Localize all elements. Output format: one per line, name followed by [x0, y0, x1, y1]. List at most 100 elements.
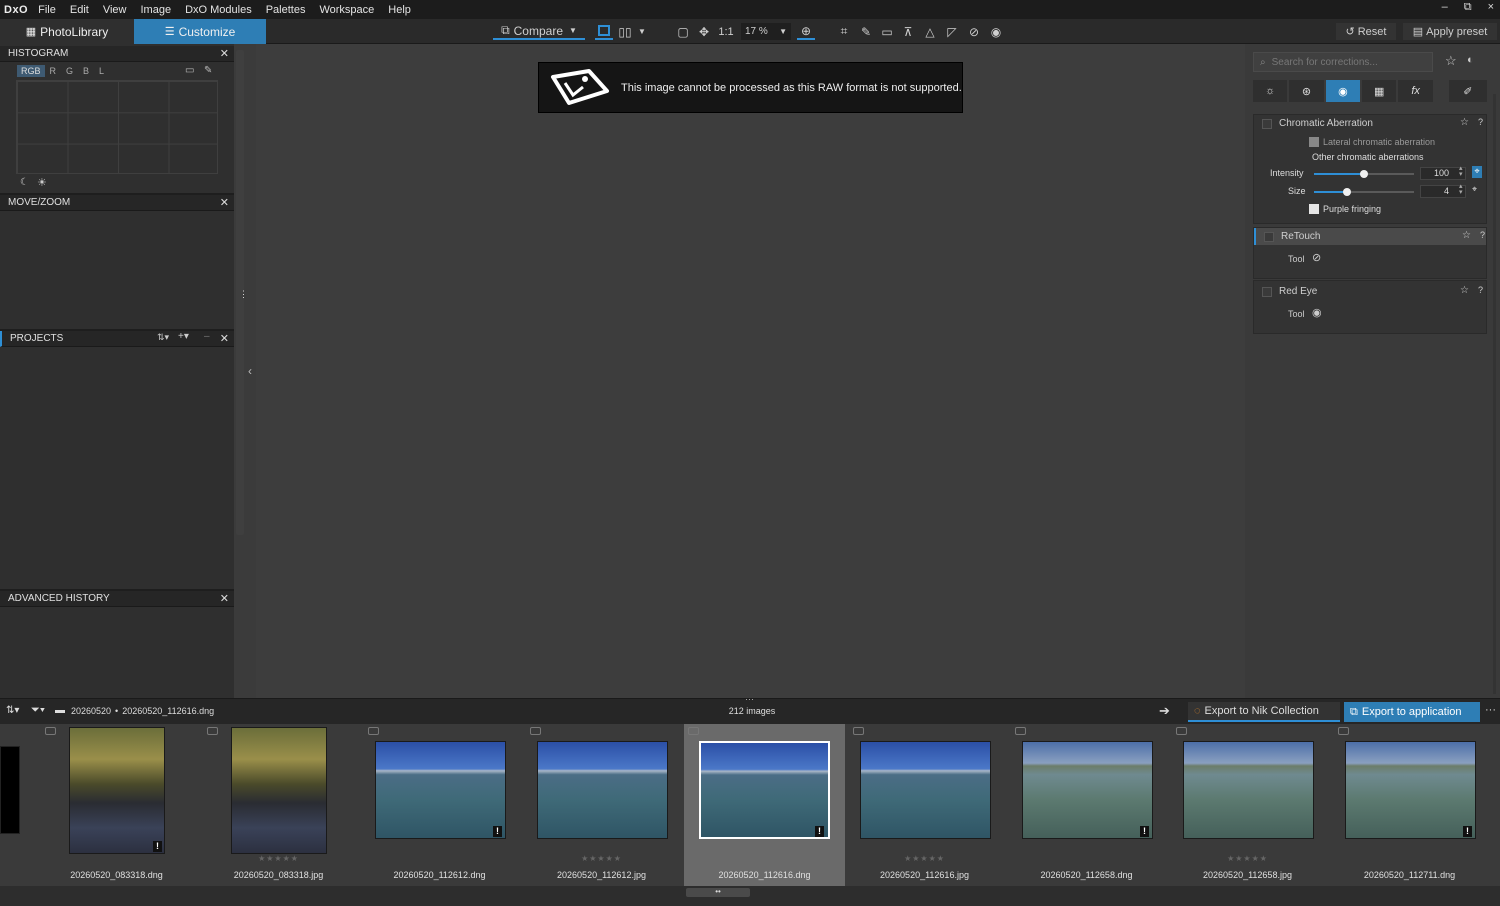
red-eye-tool[interactable]: ◉ [988, 23, 1004, 40]
zoom-1to1-button[interactable]: 1:1 [716, 23, 736, 40]
tab-customize[interactable]: ☰ Customize [134, 19, 266, 44]
lateral-ca-checkbox[interactable] [1309, 137, 1319, 147]
side-by-side-button[interactable]: ▯▯ [617, 23, 633, 40]
light-tab[interactable]: ☼ [1253, 80, 1288, 102]
star-icon[interactable]: ☆ [1462, 230, 1471, 241]
spinner-icon[interactable]: ▴ ▾ [1459, 183, 1463, 196]
menu-palettes[interactable]: Palettes [266, 4, 306, 16]
move-button[interactable]: ✥ [696, 23, 712, 40]
shadow-clipping-icon[interactable]: ☾ [20, 177, 29, 188]
remove-project-icon[interactable]: – [204, 331, 210, 342]
scrollbar-thumb[interactable]: •• [686, 888, 750, 897]
red-eye-header[interactable]: Red Eye ☆ ? [1254, 283, 1486, 300]
enable-checkbox[interactable] [1262, 286, 1272, 297]
size-slider[interactable] [1314, 188, 1414, 196]
fit-button[interactable]: ▢ [675, 23, 691, 40]
breadcrumb-folder[interactable]: 20260520 [71, 706, 111, 716]
eye-icon[interactable]: ◉ [1312, 306, 1322, 319]
white-balance-tool[interactable]: ✎ [858, 23, 874, 40]
highlight-clipping-icon[interactable]: ☀ [37, 176, 47, 189]
single-view-button[interactable] [595, 23, 613, 40]
menu-help[interactable]: Help [388, 4, 411, 16]
local-adjust-tool[interactable]: ◸ [944, 23, 960, 40]
close-icon[interactable]: ✕ [220, 592, 229, 605]
image-viewer[interactable] [256, 44, 1245, 698]
crop-tool[interactable]: ⌗ [836, 23, 852, 40]
bandage-icon[interactable]: ⊘ [1312, 251, 1321, 264]
resize-handle[interactable]: ··· [745, 694, 754, 704]
horizon-tool[interactable]: ▭ [879, 23, 895, 40]
size-slider-knob[interactable] [1343, 188, 1351, 196]
apply-preset-button[interactable]: ▤ Apply preset [1403, 23, 1497, 40]
zoom-in-button[interactable]: ⊕ [797, 23, 815, 40]
thumbnail[interactable]: ★★★★★ 20260520_083318.jpg [169, 724, 330, 886]
close-icon[interactable]: ✕ [220, 196, 229, 209]
chromatic-aberration-header[interactable]: Chromatic Aberration ☆ ? [1254, 115, 1486, 132]
geometry-tab[interactable]: ▦ [1362, 80, 1397, 102]
minimize-button[interactable]: – [1442, 1, 1448, 14]
channel-g[interactable]: G [61, 65, 78, 77]
compare-button[interactable]: ⧉ Compare ▼ [493, 23, 585, 40]
monitor-icon[interactable]: ▭ [185, 65, 194, 76]
panel-resize-handle[interactable]: ⋮ [239, 289, 248, 300]
close-button[interactable]: × [1488, 1, 1494, 14]
purple-fringing-option[interactable]: Purple fringing [1309, 204, 1381, 214]
sort-icon[interactable]: ⇅▾ [6, 705, 19, 716]
channel-b[interactable]: B [78, 65, 94, 77]
menu-dxo-modules[interactable]: DxO Modules [185, 4, 252, 16]
picker-icon[interactable]: ⌖ [1472, 166, 1482, 178]
intensity-slider[interactable] [1314, 170, 1414, 178]
lateral-ca-option[interactable]: Lateral chromatic aberration [1309, 137, 1435, 147]
menu-view[interactable]: View [103, 4, 127, 16]
intensity-slider-knob[interactable] [1360, 170, 1368, 178]
detail-tab[interactable]: ◉ [1325, 80, 1361, 102]
export-arrow-icon[interactable]: ➔ [1159, 703, 1170, 719]
corrections-search[interactable]: ⌕ Search for corrections... [1253, 52, 1433, 72]
right-panel-scrollbar[interactable] [1493, 94, 1496, 694]
effects-tab[interactable]: fx [1398, 80, 1433, 102]
close-icon[interactable]: ✕ [220, 332, 229, 345]
menu-file[interactable]: File [38, 4, 56, 16]
export-nik-button[interactable]: ◌ Export to Nik Collection [1188, 702, 1340, 722]
thumbnail[interactable]: ★★★★★ 20260520_112616.jpg [815, 724, 991, 886]
filmstrip-scrollbar[interactable]: •• [0, 886, 1500, 906]
eyedropper-icon[interactable]: ✎ [204, 65, 212, 76]
retouch-tool[interactable]: ⊘ [966, 23, 982, 40]
reset-button[interactable]: ↺ Reset [1336, 23, 1396, 40]
retouch-header[interactable]: ReTouch ☆ ? [1254, 228, 1486, 245]
thumbnail[interactable]: ! 20260520_112612.dng [330, 724, 506, 886]
thumbnail[interactable]: ! 20260520_112658.dng [977, 724, 1153, 886]
menu-edit[interactable]: Edit [70, 4, 89, 16]
thumbnail[interactable]: ★★★★★ 20260520_112658.jpg [1138, 724, 1314, 886]
menu-image[interactable]: Image [140, 4, 171, 16]
zoom-select[interactable]: 17 % ▼ [741, 23, 791, 40]
more-options-icon[interactable]: ··· [1485, 704, 1496, 716]
toggle-icon[interactable]: ◐ [1467, 54, 1474, 66]
star-icon[interactable]: ☆ [1460, 117, 1469, 128]
help-icon[interactable]: ? [1480, 230, 1485, 240]
collapse-left-icon[interactable]: ‹ [248, 364, 252, 378]
star-icon[interactable]: ☆ [1460, 285, 1469, 296]
help-icon[interactable]: ? [1478, 117, 1483, 127]
enable-checkbox[interactable] [1262, 118, 1272, 129]
local-tab[interactable]: ✐ [1448, 80, 1487, 102]
filter-icon[interactable]: ⏷▾ [31, 704, 45, 717]
close-icon[interactable]: ✕ [220, 47, 229, 60]
rating-stars[interactable]: ★★★★★ [521, 854, 682, 863]
view-mode-dropdown[interactable]: ▼ [637, 23, 647, 40]
add-project-icon[interactable]: +▾ [178, 331, 189, 342]
channel-l[interactable]: L [94, 65, 109, 77]
thumbnail[interactable]: ! 20260520_083318.dng [7, 724, 168, 886]
restore-button[interactable]: ⧉ [1464, 1, 1472, 14]
purple-fringing-checkbox[interactable] [1309, 204, 1319, 214]
thumbnail[interactable]: ★★★★★ 20260520_112612.jpg [492, 724, 668, 886]
channel-r[interactable]: R [45, 65, 62, 77]
sort-icon[interactable]: ⇅▾ [157, 332, 169, 343]
picker-icon[interactable]: ⌖ [1472, 184, 1477, 195]
thumbnail[interactable]: ! 20260520_112711.dng [1300, 724, 1476, 886]
channel-rgb[interactable]: RGB [17, 65, 45, 77]
help-icon[interactable]: ? [1478, 285, 1483, 295]
color-tab[interactable]: ⊛ [1289, 80, 1324, 102]
enable-checkbox[interactable] [1264, 231, 1274, 242]
volume-tool[interactable]: △ [922, 23, 938, 40]
